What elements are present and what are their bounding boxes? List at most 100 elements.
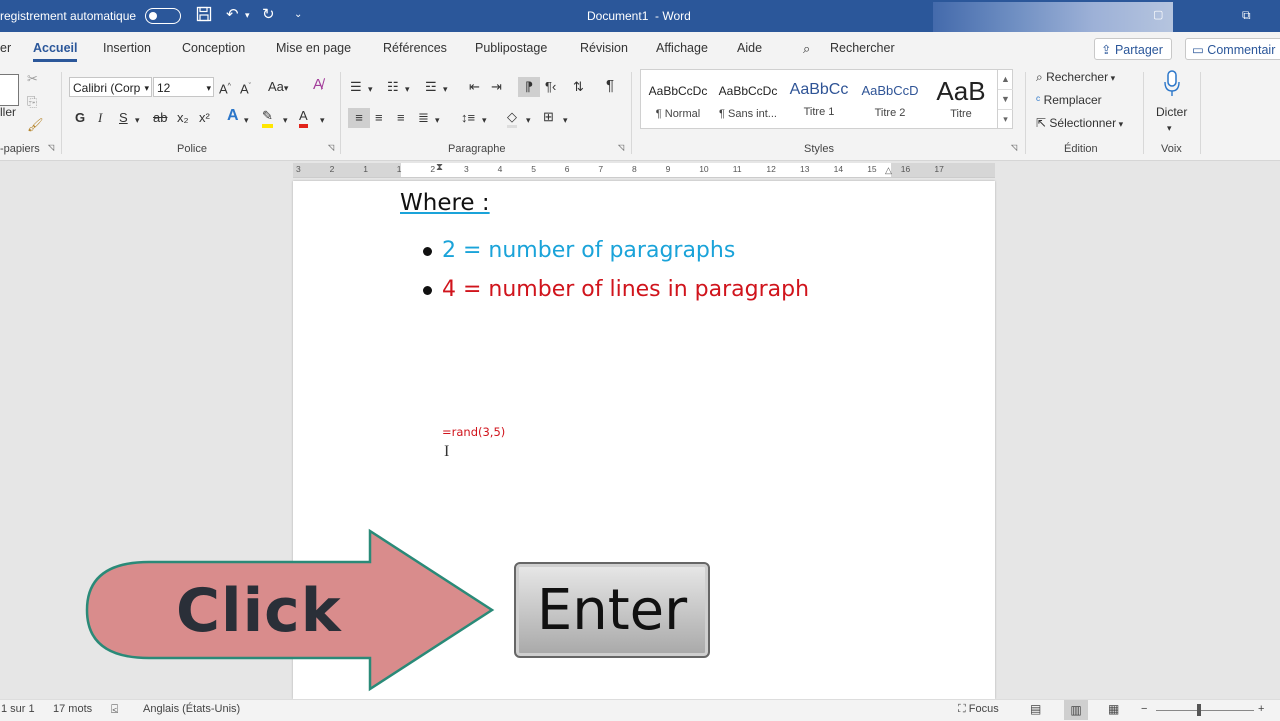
shading-icon[interactable]: ◇: [507, 109, 517, 128]
microphone-icon[interactable]: [1161, 70, 1183, 98]
tab-insertion[interactable]: Insertion: [103, 41, 151, 55]
borders-dropdown-icon[interactable]: ▾: [563, 112, 568, 128]
styles-more-icon[interactable]: ▾: [998, 109, 1013, 129]
text-effects-dropdown-icon[interactable]: ▾: [244, 112, 249, 128]
bullets-icon[interactable]: ☰: [350, 79, 362, 95]
justify-dropdown-icon[interactable]: ▾: [435, 112, 440, 128]
ltr-direction-icon[interactable]: ⁋: [518, 77, 540, 97]
search-icon[interactable]: ⌕: [803, 41, 810, 57]
share-button[interactable]: ⇪ Partager: [1094, 38, 1172, 60]
bullets-dropdown-icon[interactable]: ▾: [368, 81, 373, 97]
tab-accueil[interactable]: Accueil: [33, 41, 78, 62]
italic-button[interactable]: I: [98, 110, 102, 126]
zoom-slider-thumb[interactable]: [1197, 704, 1201, 716]
web-layout-icon[interactable]: ▦: [1108, 702, 1119, 716]
tab-revision[interactable]: Révision: [580, 41, 628, 55]
clear-formatting-icon[interactable]: A̸: [313, 77, 323, 93]
highlight-icon[interactable]: ✎: [262, 108, 273, 128]
proofing-icon[interactable]: ⍃: [111, 702, 118, 717]
select-button[interactable]: ⇱ Sélectionner ▾: [1036, 116, 1123, 130]
styles-scroll-up-icon[interactable]: ▲: [998, 70, 1013, 89]
clipboard-launcher-icon[interactable]: ◹: [48, 143, 54, 152]
tab-mise-en-page[interactable]: Mise en page: [276, 41, 351, 55]
style-title[interactable]: AaB Titre: [926, 76, 996, 126]
shrink-font-icon[interactable]: Aˇ: [240, 79, 251, 97]
text-effects-icon[interactable]: A: [227, 108, 239, 124]
maximize-icon[interactable]: ▢: [1153, 6, 1163, 24]
redo-icon[interactable]: ↻: [262, 6, 275, 24]
format-painter-icon[interactable]: 🖌: [27, 117, 44, 133]
right-indent-marker-icon[interactable]: △: [885, 165, 892, 176]
align-right-icon[interactable]: ≡: [397, 110, 405, 126]
underline-dropdown-icon[interactable]: ▾: [135, 112, 140, 128]
paste-label[interactable]: ller: [0, 104, 16, 120]
tab-references[interactable]: Références: [383, 41, 447, 55]
multilevel-dropdown-icon[interactable]: ▾: [443, 81, 448, 97]
highlight-dropdown-icon[interactable]: ▾: [283, 112, 288, 128]
paragraph-launcher-icon[interactable]: ◹: [618, 143, 624, 152]
superscript-button[interactable]: x²: [199, 110, 210, 126]
font-size-select[interactable]: 12 ▾: [153, 77, 214, 97]
cut-icon[interactable]: ✂: [27, 71, 38, 87]
language-indicator[interactable]: Anglais (États-Unis): [143, 703, 240, 715]
save-icon[interactable]: [196, 6, 212, 27]
change-case-icon[interactable]: Aa▾: [268, 79, 288, 96]
indent-marker-icon[interactable]: ⧗: [436, 162, 443, 173]
font-launcher-icon[interactable]: ◹: [328, 143, 334, 152]
comments-button[interactable]: ▭ Commentair: [1185, 38, 1280, 60]
align-center-icon[interactable]: ≡: [375, 110, 383, 126]
replace-button[interactable]: ᶜ Remplacer: [1036, 93, 1102, 107]
page-count[interactable]: 1 sur 1: [1, 703, 35, 715]
zoom-in-icon[interactable]: +: [1258, 703, 1264, 715]
dictate-dropdown-icon[interactable]: ▾: [1167, 120, 1172, 136]
line-spacing-dropdown-icon[interactable]: ▾: [482, 112, 487, 128]
increase-indent-icon[interactable]: ⇥: [491, 79, 502, 95]
find-button[interactable]: ⌕ Rechercher ▾: [1036, 70, 1115, 85]
horizontal-ruler[interactable]: 3 2 1 1 2 3 4 5 6 7 8 9 10 11 12 13 14 15 16 17 ⧗ △: [293, 162, 995, 178]
style-heading-1[interactable]: AaBbCc Titre 1: [784, 76, 854, 126]
restore-icon[interactable]: ⧉: [1242, 6, 1251, 24]
align-left-icon[interactable]: ≡: [348, 108, 370, 128]
shading-dropdown-icon[interactable]: ▾: [526, 112, 531, 128]
search-label[interactable]: Rechercher: [830, 41, 895, 55]
rtl-direction-icon[interactable]: ¶‹: [545, 79, 556, 95]
zoom-out-icon[interactable]: −: [1141, 703, 1147, 715]
font-color-icon[interactable]: A: [299, 108, 308, 128]
borders-icon[interactable]: ⊞: [543, 109, 554, 125]
underline-button[interactable]: S: [119, 110, 128, 126]
style-no-spacing[interactable]: AaBbCcDc ¶ Sans int...: [713, 76, 783, 126]
print-layout-icon[interactable]: ▥: [1064, 700, 1088, 720]
copy-icon[interactable]: ⎘: [27, 94, 37, 110]
styles-scroll-down-icon[interactable]: ▼: [998, 89, 1013, 109]
tab-conception[interactable]: Conception: [182, 41, 245, 55]
grow-font-icon[interactable]: A^: [219, 79, 231, 97]
paste-icon[interactable]: [0, 74, 19, 106]
font-color-dropdown-icon[interactable]: ▾: [320, 112, 325, 128]
autosave-toggle[interactable]: [145, 8, 181, 24]
dictate-button[interactable]: Dicter: [1156, 104, 1187, 120]
focus-button[interactable]: ⛶ Focus: [958, 703, 999, 716]
read-mode-icon[interactable]: ▤: [1030, 702, 1041, 716]
sort-icon[interactable]: ⇅: [573, 79, 584, 95]
show-marks-icon[interactable]: ¶: [606, 78, 614, 94]
justify-icon[interactable]: ≣: [418, 110, 429, 126]
numbering-icon[interactable]: ☷: [387, 79, 399, 95]
tab-fichier[interactable]: er: [0, 41, 11, 55]
style-normal[interactable]: AaBbCcDc ¶ Normal: [643, 76, 713, 126]
subscript-button[interactable]: x₂: [177, 110, 189, 126]
styles-launcher-icon[interactable]: ◹: [1011, 143, 1017, 152]
style-heading-2[interactable]: AaBbCcD Titre 2: [855, 76, 925, 126]
tab-aide[interactable]: Aide: [737, 41, 762, 55]
numbering-dropdown-icon[interactable]: ▾: [405, 81, 410, 97]
line-spacing-icon[interactable]: ↕≡: [461, 110, 475, 126]
zoom-slider[interactable]: [1156, 710, 1254, 711]
font-name-select[interactable]: Calibri (Corp ▾: [69, 77, 152, 97]
tab-affichage[interactable]: Affichage: [656, 41, 708, 55]
undo-icon[interactable]: ↶: [226, 6, 239, 24]
undo-dropdown-icon[interactable]: ▾: [245, 6, 250, 24]
multilevel-list-icon[interactable]: ☲: [425, 79, 437, 95]
decrease-indent-icon[interactable]: ⇤: [469, 79, 480, 95]
tab-publipostage[interactable]: Publipostage: [475, 41, 547, 55]
bold-button[interactable]: G: [75, 110, 85, 126]
word-count[interactable]: 17 mots: [53, 703, 92, 715]
